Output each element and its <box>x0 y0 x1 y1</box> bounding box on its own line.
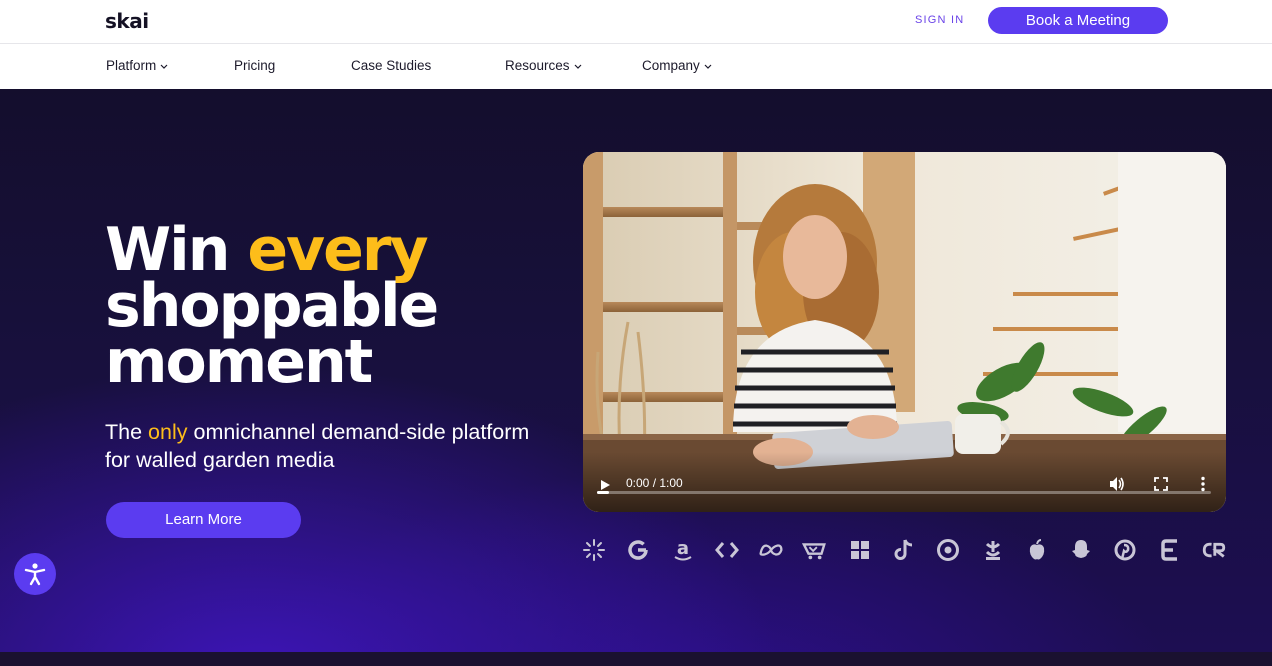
nav-item-label: Platform <box>106 58 157 73</box>
headline-line-2: shoppable <box>105 271 439 341</box>
code-brackets-icon <box>714 537 740 563</box>
volume-icon[interactable] <box>1108 476 1126 492</box>
nav-item-resources[interactable]: Resources <box>505 58 583 73</box>
accessibility-button[interactable] <box>14 553 56 595</box>
meta-icon <box>758 537 784 563</box>
nav-item-pricing[interactable]: Pricing <box>234 58 275 73</box>
video-time: 0:00 / 1:00 <box>626 476 683 490</box>
target-icon <box>935 537 961 563</box>
svg-text:a: a <box>676 538 688 559</box>
video-controls: 0:00 / 1:00 <box>583 452 1226 512</box>
headline-line-1: Win every <box>105 220 437 280</box>
pinterest-icon <box>1112 537 1138 563</box>
nav-item-label: Case Studies <box>351 58 432 73</box>
walmart-icon <box>581 537 607 563</box>
amazon-icon: a <box>670 537 696 563</box>
apple-icon <box>1024 537 1050 563</box>
nav-item-company[interactable]: Company <box>642 58 713 73</box>
headline-line-3: moment <box>105 327 373 397</box>
nav-item-label: Pricing <box>234 58 276 73</box>
video-progress-bar[interactable] <box>597 491 1211 494</box>
microsoft-icon <box>847 537 873 563</box>
hero-subtitle: The only omnichannel demand-side platfor… <box>105 418 545 474</box>
subtitle-prefix: The <box>105 420 143 444</box>
google-icon <box>625 537 651 563</box>
criteo-icon <box>1201 537 1227 563</box>
learn-more-button[interactable]: Learn More <box>106 502 301 538</box>
instacart-icon <box>802 537 828 563</box>
subtitle-accent-word: only <box>148 420 188 444</box>
kroger-icon <box>980 537 1006 563</box>
nav-item-platform[interactable]: Platform <box>106 58 169 73</box>
book-meeting-button[interactable]: Book a Meeting <box>988 7 1168 34</box>
fullscreen-icon[interactable] <box>1154 477 1168 491</box>
hero-headline: Win every shoppable moment <box>105 220 439 397</box>
tiktok-icon <box>891 537 917 563</box>
chevron-down-icon <box>574 64 581 69</box>
video-progress-fill <box>597 491 610 494</box>
sign-in-link[interactable]: SIGN IN <box>915 14 964 26</box>
hero-section: Win every shoppable moment The only omni… <box>0 89 1272 652</box>
play-icon[interactable] <box>599 478 611 492</box>
chevron-down-icon <box>704 64 712 69</box>
nav-item-label: Resources <box>505 58 570 73</box>
skai-logo[interactable]: skai <box>105 9 149 33</box>
top-bar: skai SIGN IN Book a Meeting <box>0 0 1272 44</box>
nav-item-label: Company <box>642 58 700 73</box>
e-logo-icon <box>1157 537 1183 563</box>
chevron-down-icon <box>160 64 168 69</box>
more-options-icon[interactable] <box>1200 476 1206 492</box>
snapchat-icon <box>1068 537 1094 563</box>
nav-item-case-studies[interactable]: Case Studies <box>351 58 431 73</box>
main-nav: Platform Pricing Case Studies Resources … <box>0 44 1272 89</box>
section-divider <box>0 652 1272 666</box>
accessibility-icon <box>24 563 46 586</box>
partner-logos: a <box>581 537 1227 563</box>
hero-video[interactable]: 0:00 / 1:00 <box>583 152 1226 512</box>
